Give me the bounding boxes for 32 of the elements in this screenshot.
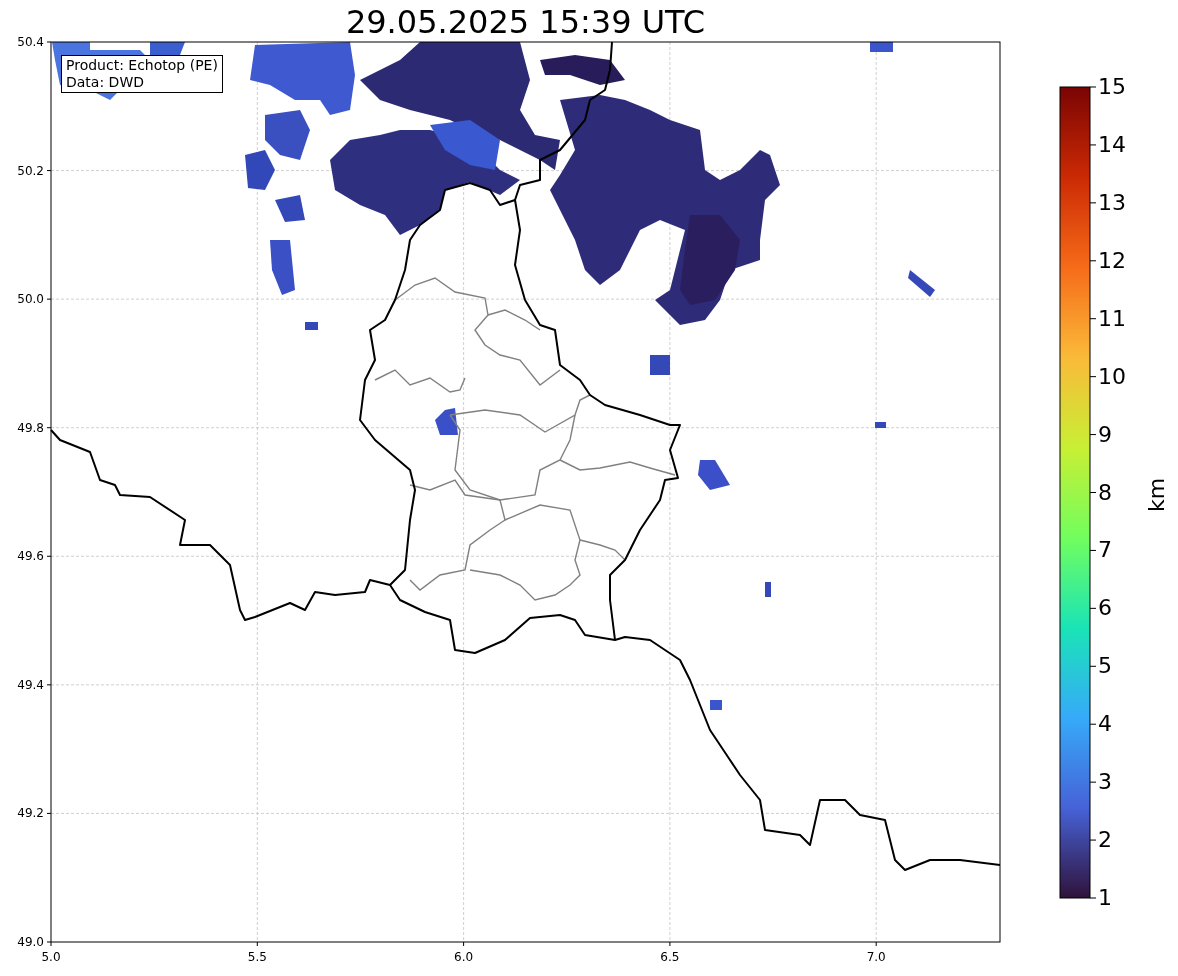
- chart-title: 29.05.2025 15:39 UTC: [344, 2, 707, 42]
- colorbar-tick-label: 13: [1098, 189, 1126, 216]
- info-text: Data: DWD: [66, 74, 145, 91]
- x-tick-label: 5.5: [246, 949, 268, 965]
- y-tick-label: 49.4: [16, 676, 44, 693]
- y-tick-label: 49.6: [16, 548, 44, 565]
- colorbar-tick-label: 14: [1098, 131, 1126, 158]
- colorbar-tick-label: 15: [1098, 74, 1126, 100]
- colorbar-tick-label: 1: [1098, 885, 1112, 911]
- y-tick-label: 50.0: [16, 291, 44, 308]
- colorbar-tick-label: 8: [1098, 479, 1112, 506]
- x-tick-label: 6.5: [659, 949, 681, 965]
- x-tick-label: 7.0: [865, 949, 887, 965]
- colorbar-tick-label: 11: [1098, 305, 1126, 332]
- colorbar-tick-label: 10: [1098, 363, 1126, 390]
- x-tick-label: 6.0: [453, 949, 475, 965]
- y-tick-label: 49.2: [16, 805, 44, 822]
- colorbar-tick-label: 7: [1098, 537, 1112, 564]
- colorbar-tick-label: 9: [1098, 421, 1112, 448]
- x-tick-label: 5.0: [40, 949, 62, 965]
- colorbar-tick-label: 4: [1098, 711, 1112, 738]
- colorbar-tick-label: 6: [1098, 595, 1112, 622]
- colorbar-tick-label: 3: [1098, 769, 1112, 796]
- colorbar-tick-label: 5: [1098, 653, 1112, 680]
- y-tick-label: 50.4: [16, 34, 44, 50]
- y-tick-label: 49.0: [16, 934, 44, 950]
- info-text: Product: Echotop (PE): [66, 57, 218, 74]
- colorbar-tick-label: 2: [1098, 827, 1112, 854]
- y-tick-label: 50.2: [16, 162, 44, 179]
- colorbar-label: km: [1144, 478, 1170, 512]
- colorbar-tick-label: 12: [1098, 247, 1126, 274]
- y-tick-label: 49.8: [16, 419, 44, 436]
